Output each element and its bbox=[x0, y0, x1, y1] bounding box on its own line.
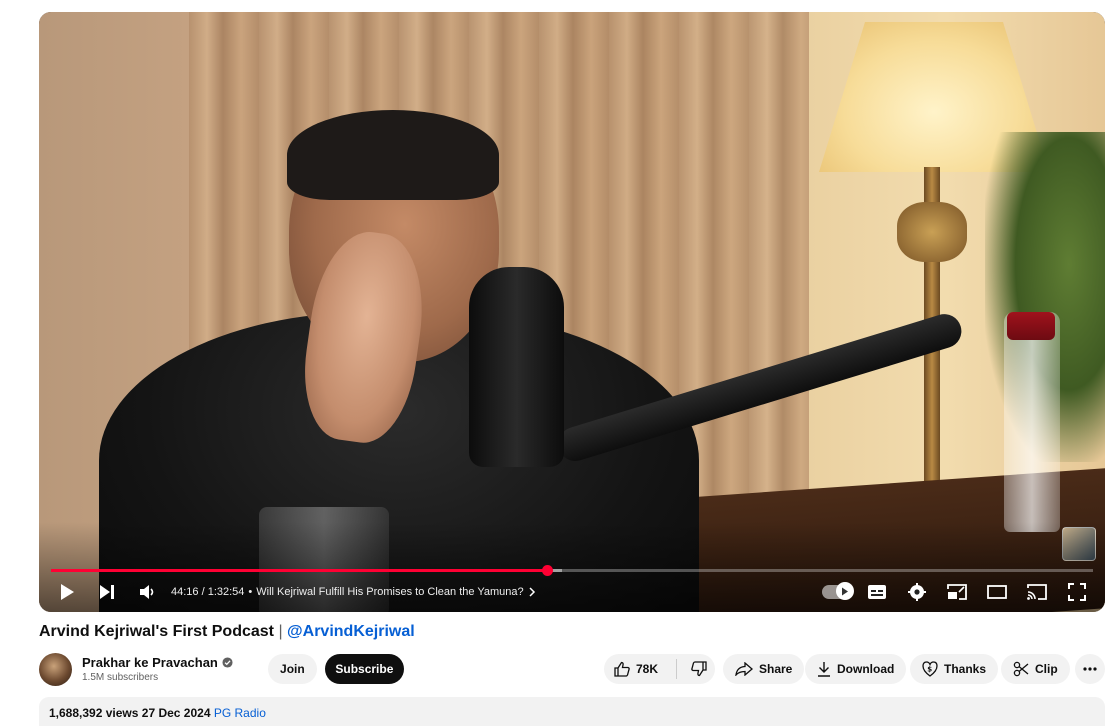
next-icon bbox=[100, 585, 114, 599]
more-icon bbox=[1083, 667, 1097, 671]
player-controls: 44:16 / 1:32:54 • Will Kejriwal Fulfill … bbox=[39, 577, 1105, 607]
svg-text:$: $ bbox=[927, 666, 932, 674]
more-actions-button[interactable] bbox=[1075, 654, 1105, 684]
theater-button[interactable] bbox=[977, 577, 1017, 607]
next-button[interactable] bbox=[87, 577, 127, 607]
autoplay-toggle[interactable] bbox=[817, 577, 857, 607]
like-icon bbox=[614, 661, 630, 677]
current-time: 44:16 bbox=[171, 586, 199, 598]
share-button[interactable]: Share bbox=[723, 654, 805, 684]
view-count: 1,688,392 views bbox=[49, 706, 139, 720]
cast-icon bbox=[1027, 584, 1047, 600]
miniplayer-button[interactable] bbox=[937, 577, 977, 607]
download-button[interactable]: Download bbox=[805, 654, 907, 684]
mute-button[interactable] bbox=[127, 577, 167, 607]
channel-avatar[interactable] bbox=[39, 652, 72, 686]
publish-date: 27 Dec 2024 bbox=[141, 706, 211, 720]
clip-button[interactable]: Clip bbox=[1001, 654, 1070, 684]
subscribe-button[interactable]: Subscribe bbox=[324, 654, 404, 684]
chapter-title: Will Kejriwal Fulfill His Promises to Cl… bbox=[256, 586, 524, 598]
share-icon bbox=[735, 662, 753, 676]
owner-row: Prakhar ke Pravachan 1.5M subscribers Jo… bbox=[39, 651, 404, 687]
fullscreen-button[interactable] bbox=[1057, 577, 1097, 607]
dislike-icon bbox=[691, 661, 707, 677]
theater-icon bbox=[987, 585, 1007, 599]
chapter-button[interactable]: • Will Kejriwal Fulfill His Promises to … bbox=[248, 586, 535, 598]
progress-bar[interactable] bbox=[51, 565, 1093, 576]
like-dislike-group: 78K bbox=[604, 654, 715, 684]
duration: 1:32:54 bbox=[207, 586, 245, 598]
like-button[interactable]: 78K bbox=[604, 654, 670, 684]
time-display: 44:16 / 1:32:54 bbox=[171, 586, 245, 598]
miniplayer-icon bbox=[947, 584, 967, 600]
fullscreen-icon bbox=[1068, 583, 1086, 601]
channel-name[interactable]: Prakhar ke Pravachan bbox=[82, 655, 233, 670]
progress-scrubber[interactable] bbox=[541, 565, 553, 576]
video-title: Arvind Kejriwal's First Podcast | @Arvin… bbox=[39, 623, 415, 640]
verified-icon bbox=[222, 657, 233, 668]
subscriber-count: 1.5M subscribers bbox=[82, 672, 159, 683]
play-button[interactable] bbox=[47, 577, 87, 607]
subtitles-button[interactable] bbox=[857, 577, 897, 607]
hashtag-link[interactable]: PG Radio bbox=[214, 706, 266, 720]
action-bar: 78K Share Download $ Thanks Clip bbox=[604, 654, 1105, 684]
title-handle-link[interactable]: @ArvindKejriwal bbox=[287, 623, 415, 640]
cast-button[interactable] bbox=[1017, 577, 1057, 607]
play-icon bbox=[61, 584, 74, 600]
thanks-button[interactable]: $ Thanks bbox=[910, 654, 999, 684]
chevron-right-icon bbox=[529, 587, 535, 597]
thanks-icon: $ bbox=[922, 661, 938, 677]
clip-icon bbox=[1013, 661, 1029, 677]
like-count: 78K bbox=[636, 662, 659, 676]
join-button[interactable]: Join bbox=[267, 654, 317, 684]
volume-icon bbox=[140, 585, 154, 599]
video-player[interactable]: 44:16 / 1:32:54 • Will Kejriwal Fulfill … bbox=[39, 12, 1105, 612]
subtitles-icon bbox=[868, 585, 886, 599]
description-box[interactable]: 1,688,392 views 27 Dec 2024 PG Radio bbox=[39, 697, 1105, 726]
settings-button[interactable] bbox=[897, 577, 937, 607]
progress-played bbox=[51, 569, 547, 572]
microphone bbox=[469, 267, 564, 467]
settings-icon bbox=[908, 583, 926, 601]
download-icon bbox=[818, 662, 830, 677]
dislike-button[interactable] bbox=[683, 654, 715, 684]
